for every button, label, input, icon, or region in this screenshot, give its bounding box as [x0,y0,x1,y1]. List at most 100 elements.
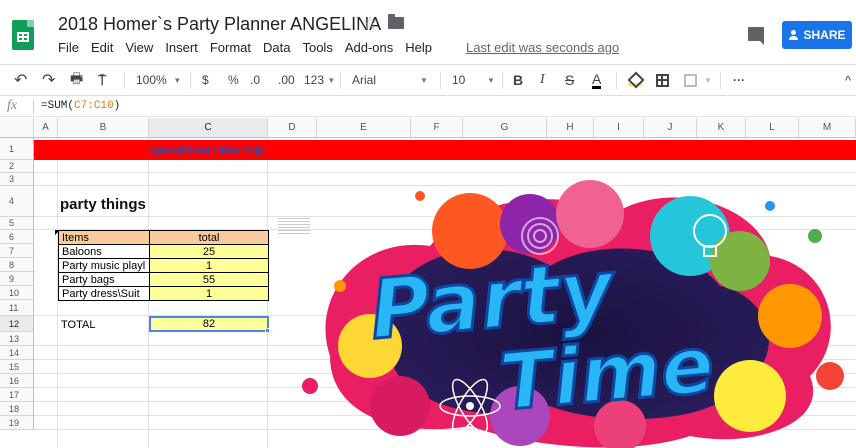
merge-caret-icon[interactable]: ▼ [704,65,712,95]
column-header-l[interactable]: L [746,118,799,138]
column-header-i[interactable]: I [594,118,644,138]
menu-tools[interactable]: Tools [302,40,332,55]
row-header[interactable]: 2 [0,160,34,173]
zoom-select[interactable]: 100% ▼ [136,65,181,95]
row-header[interactable]: 18 [0,402,34,416]
sheet-heading: party things [60,196,146,213]
row-header[interactable]: 11 [0,300,34,316]
table-row[interactable]: Party bags [58,272,150,287]
select-all-corner[interactable] [0,118,34,138]
table-cell-total[interactable]: 55 [149,272,269,287]
row-header[interactable]: 14 [0,346,34,360]
row-header[interactable]: 8 [0,258,34,272]
formula-bar: fx =SUM(C7:C10) [0,97,856,117]
menu-view[interactable]: View [125,40,153,55]
borders-icon[interactable] [656,65,669,95]
row-header[interactable]: 17 [0,388,34,402]
row-header[interactable]: 4 [0,186,34,217]
sheets-logo-icon[interactable] [12,20,34,50]
menu-addons[interactable]: Add-ons [345,40,393,55]
folder-icon[interactable] [388,14,404,29]
column-header-e[interactable]: E [317,118,411,138]
column-header-b[interactable]: B [58,118,149,138]
redo-icon[interactable]: ↷ [42,65,55,95]
more-formats-button[interactable]: 123 ▼ [304,65,335,95]
table-cell-total[interactable]: 1 [149,258,269,273]
strikethrough-button[interactable]: S [565,65,574,95]
table-cell-total[interactable]: 1 [149,286,269,301]
column-header-m[interactable]: M [799,118,856,138]
text-color-button[interactable]: A [592,65,602,95]
italic-button[interactable]: I [540,65,545,95]
fx-icon: fx [7,98,18,113]
column-header-d[interactable]: D [268,118,317,138]
share-label: SHARE [803,28,846,42]
menu-edit[interactable]: Edit [91,40,113,55]
last-edit-link[interactable]: Last edit was seconds ago [466,40,619,55]
row-header[interactable]: 13 [0,332,34,346]
paint-format-icon[interactable]: ⍑ [98,65,106,95]
currency-button[interactable]: $ [202,65,209,95]
table-row[interactable]: Baloons [58,244,150,259]
toolbar: ↶ ↷ 🖶 ⍑ 100% ▼ $ % .0 .00 123 ▼ Arial ▼ … [0,64,856,96]
column-header-k[interactable]: K [697,118,746,138]
table-row[interactable]: Party music playl [58,258,150,273]
menu-help[interactable]: Help [405,40,432,55]
column-header-g[interactable]: G [463,118,547,138]
column-header-j[interactable]: J [644,118,697,138]
party-time-image[interactable]: Party Time [270,176,856,448]
total-value-cell[interactable]: 82 [149,316,269,332]
title-bar: 2018 Homer`s Party Planner ANGELINA ☆ Fi… [0,0,856,62]
row-header[interactable]: 12 [0,316,34,332]
row-header[interactable]: 10 [0,286,34,300]
row-header[interactable]: 9 [0,272,34,286]
font-caret-icon[interactable]: ▼ [420,65,428,95]
row-header[interactable]: 1 [0,138,34,160]
menu-format[interactable]: Format [210,40,251,55]
decrease-decimal-button[interactable]: .0 [250,65,260,95]
document-title[interactable]: 2018 Homer`s Party Planner ANGELINA [58,14,381,35]
comment-icon[interactable] [748,27,764,45]
table-row[interactable]: Party dress\Suit [58,286,150,301]
party-time-graphic: Party Time [302,180,844,448]
increase-decimal-button[interactable]: .00 [278,65,295,95]
row-header[interactable]: 6 [0,230,34,244]
font-size-select[interactable]: 10 [452,65,465,95]
formula-input[interactable]: =SUM(C7:C10) [41,100,120,112]
more-tools-button[interactable]: ··· [733,65,745,95]
undo-icon[interactable]: ↶ [14,65,27,95]
share-button[interactable]: SHARE [782,21,852,49]
column-header-a[interactable]: A [34,118,58,138]
font-select[interactable]: Arial [352,65,376,95]
column-header-f[interactable]: F [411,118,463,138]
spreadsheet-grid[interactable]: A B C D E F G H I J K L M 1 2 3 4 5 6 7 … [0,118,856,448]
table-header-items[interactable]: Items [58,230,150,245]
menu-file[interactable]: File [58,40,79,55]
table-cell-total[interactable]: 25 [149,244,269,259]
column-header-c[interactable]: C [149,118,268,138]
collapse-menus-icon[interactable]: ^ [845,65,851,95]
row-header[interactable]: 19 [0,416,34,430]
menu-insert[interactable]: Insert [165,40,198,55]
print-icon[interactable]: 🖶 [70,65,83,95]
table-header-total[interactable]: total [149,230,269,245]
menu-bar: File Edit View Insert Format Data Tools … [58,40,444,55]
font-size-caret-icon[interactable]: ▼ [487,65,495,95]
spreadsheet-video-help-link[interactable]: Spreadsheet video help [148,145,264,157]
row-header[interactable]: 15 [0,360,34,374]
total-label[interactable]: TOTAL [58,317,148,332]
column-header-h[interactable]: H [547,118,594,138]
fill-color-icon[interactable] [628,65,642,95]
zoom-caret-icon: ▼ [173,75,182,85]
bold-button[interactable]: B [513,65,523,95]
note-marker-icon [55,230,60,235]
merge-cells-icon[interactable] [684,65,697,95]
row-header[interactable]: 5 [0,217,34,230]
star-icon[interactable]: ☆ [362,13,378,34]
menu-data[interactable]: Data [263,40,290,55]
percent-button[interactable]: % [228,65,239,95]
row-header[interactable]: 7 [0,244,34,258]
time-word: Time [496,320,717,428]
row-header[interactable]: 16 [0,374,34,388]
row-header[interactable]: 3 [0,173,34,186]
